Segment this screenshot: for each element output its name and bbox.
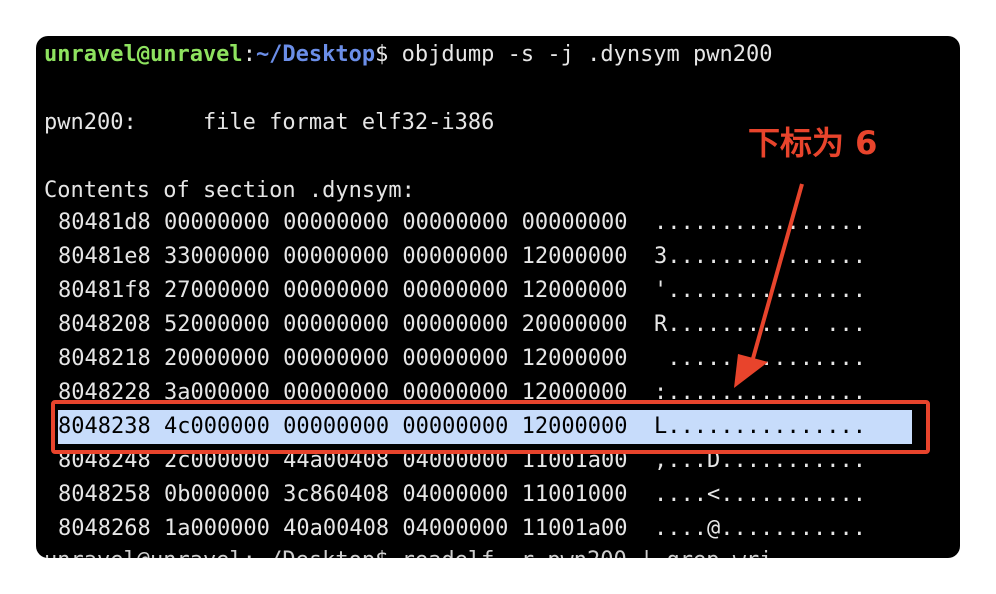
dump-row: 8048268 1a000000 40a00408 04000000 11001…	[58, 516, 866, 541]
dump-row: 8048258 0b000000 3c860408 04000000 11001…	[58, 482, 866, 507]
dump-row: 8048218 20000000 00000000 00000000 12000…	[58, 346, 866, 371]
section-header-line: Contents of section .dynsym:	[44, 178, 415, 203]
terminal-window[interactable]: unravel@unravel:~/Desktop$ objdump -s -j…	[36, 36, 960, 558]
dump-row: 80481f8 27000000 00000000 00000000 12000…	[58, 278, 866, 303]
dump-row-highlighted[interactable]: 8048238 4c000000 00000000 00000000 12000…	[58, 410, 866, 444]
dump-row: 8048248 2c000000 44a00408 04000000 11001…	[58, 448, 866, 473]
prompt-path: ~/Desktop	[255, 42, 376, 67]
file-format-line: pwn200: file format elf32-i386	[44, 110, 495, 135]
annotation-label: 下标为 6	[748, 124, 878, 162]
prompt-dollar: $	[375, 42, 389, 67]
next-prompt-line-partial: unravel@unravel:~/Desktop$ readelf -r pw…	[44, 544, 772, 558]
dump-row: 8048228 3a000000 00000000 00000000 12000…	[58, 380, 866, 405]
prompt-user-host: unravel@unravel	[44, 42, 243, 67]
prompt-colon: :	[242, 42, 256, 67]
dump-row: 80481e8 33000000 00000000 00000000 12000…	[58, 244, 866, 269]
dump-row: 80481d8 00000000 00000000 00000000 00000…	[58, 210, 866, 235]
dump-row: 8048208 52000000 00000000 00000000 20000…	[58, 312, 866, 337]
prompt-line: unravel@unravel:~/Desktop$ objdump -s -j…	[44, 38, 773, 72]
command-text: objdump -s -j .dynsym pwn200	[388, 42, 773, 67]
